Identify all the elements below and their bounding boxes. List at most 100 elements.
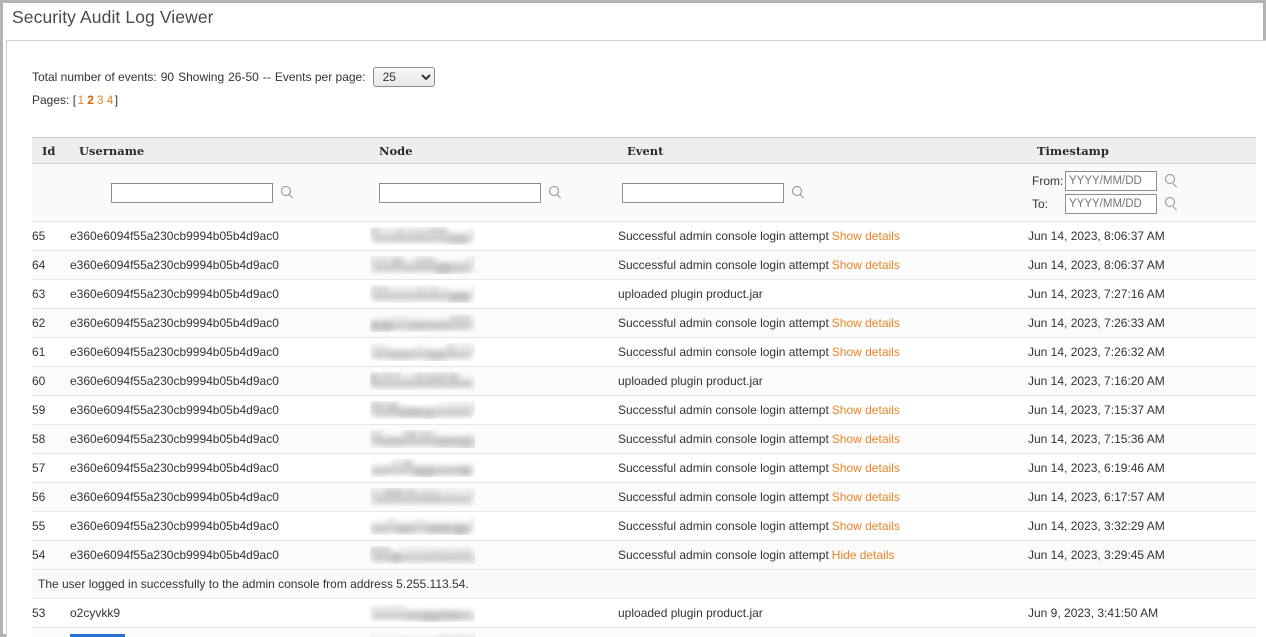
event-description: Successful admin console login attempt [618, 316, 829, 330]
page-link-2[interactable]: 2 [87, 93, 94, 107]
cell-event: Successful admin console login attemptSh… [618, 251, 1028, 280]
username-value[interactable]: e360e6094f55a230cb9994b05b4d9ac0 [70, 287, 279, 301]
username-value[interactable]: e360e6094f55a230cb9994b05b4d9ac0 [70, 519, 279, 533]
table-row[interactable]: 63e360e6094f55a230cb9994b05b4d9ac0 upload… [32, 280, 1256, 309]
username-value[interactable]: o2cyvkk9 [70, 606, 120, 620]
timestamp-from-input[interactable] [1065, 171, 1157, 191]
search-icon[interactable] [280, 185, 296, 201]
audit-log-table: Id Username Node Event Timestamp [32, 137, 1256, 637]
cell-event: Successful admin console login attemptSh… [618, 396, 1028, 425]
show-details-link[interactable]: Show details [832, 461, 900, 475]
cell-timestamp: Jun 14, 2023, 8:06:37 AM [1028, 251, 1256, 280]
cell-event: uploaded plugin product.jar [618, 280, 1028, 309]
table-row[interactable]: 52o2cYvkK9Successful admin console login… [32, 628, 1256, 637]
event-description: Successful admin console login attempt [618, 229, 829, 243]
cell-id: 65 [32, 222, 70, 251]
timestamp-to-label: To: [1032, 197, 1065, 211]
username-value[interactable]: e360e6094f55a230cb9994b05b4d9ac0 [70, 229, 279, 243]
table-row[interactable]: 62e360e6094f55a230cb9994b05b4d9ac0Succes… [32, 309, 1256, 338]
node-value-redacted [370, 517, 475, 535]
table-row[interactable]: 61e360e6094f55a230cb9994b05b4d9ac0Succes… [32, 338, 1256, 367]
cell-id: 55 [32, 512, 70, 541]
search-icon[interactable] [548, 185, 564, 201]
username-value[interactable]: e360e6094f55a230cb9994b05b4d9ac0 [70, 490, 279, 504]
table-row[interactable]: 56e360e6094f55a230cb9994b05b4d9ac0Succes… [32, 483, 1256, 512]
cell-id: 52 [32, 628, 70, 637]
username-value[interactable]: e360e6094f55a230cb9994b05b4d9ac0 [70, 258, 279, 272]
cell-username: o2cyvkk9 [70, 599, 370, 628]
username-value[interactable]: e360e6094f55a230cb9994b05b4d9ac0 [70, 432, 279, 446]
table-row[interactable]: 65e360e6094f55a230cb9994b05b4d9ac0 Succes… [32, 222, 1256, 251]
table-row[interactable]: 54e360e6094f55a230cb9994b05b4d9ac0Succes… [32, 541, 1256, 570]
column-header-event[interactable]: Event [618, 138, 1028, 164]
username-value[interactable]: e360e6094f55a230cb9994b05b4d9ac0 [70, 345, 279, 359]
event-filter-input[interactable] [622, 183, 784, 203]
show-details-link[interactable]: Show details [832, 316, 900, 330]
show-details-link[interactable]: Show details [832, 345, 900, 359]
timestamp-to-row: To: [1032, 194, 1256, 214]
filter-cell-id [32, 164, 70, 222]
cell-node [370, 280, 618, 309]
summary-prefix-label: Total number of events: [32, 70, 157, 84]
table-row[interactable]: 57e360e6094f55a230cb9994b05b4d9ac0Succes… [32, 454, 1256, 483]
show-details-link[interactable]: Show details [832, 403, 900, 417]
timestamp-to-input[interactable] [1065, 194, 1157, 214]
table-row[interactable]: 64e360e6094f55a230cb9994b05b4d9ac0Succes… [32, 251, 1256, 280]
content-panel: Total number of events: 90 Showing 26-50… [6, 40, 1266, 637]
table-row[interactable]: 55e360e6094f55a230cb9994b05b4d9ac0 Succes… [32, 512, 1256, 541]
cell-node [370, 541, 618, 570]
column-header-id[interactable]: Id [32, 138, 70, 164]
summary-separator: -- [263, 70, 271, 84]
column-header-node[interactable]: Node [370, 138, 618, 164]
username-value[interactable]: e360e6094f55a230cb9994b05b4d9ac0 [70, 374, 279, 388]
showing-label: Showing [178, 70, 224, 84]
page-link-3[interactable]: 3 [97, 93, 104, 107]
event-description: Successful admin console login attempt [618, 345, 829, 359]
table-row[interactable]: 60e360e6094f55a230cb9994b05b4d9ac0upload… [32, 367, 1256, 396]
node-filter-input[interactable] [379, 183, 541, 203]
cell-username: e360e6094f55a230cb9994b05b4d9ac0 [70, 454, 370, 483]
cell-event: Successful admin console login attemptSh… [618, 512, 1028, 541]
cell-timestamp: Jun 9, 2023, 3:41:50 AM [1028, 628, 1256, 637]
page-link-4[interactable]: 4 [107, 93, 114, 107]
page-link-1[interactable]: 1 [78, 93, 85, 107]
cell-event: Successful admin console login attemptHi… [618, 628, 1028, 637]
username-filter-input[interactable] [111, 183, 273, 203]
cell-event: Successful admin console login attemptSh… [618, 222, 1028, 251]
events-per-page-select[interactable]: 2550100 [373, 67, 435, 87]
username-value[interactable]: e360e6094f55a230cb9994b05b4d9ac0 [70, 316, 279, 330]
table-row[interactable]: 59e360e6094f55a230cb9994b05b4d9ac0Succes… [32, 396, 1256, 425]
show-details-link[interactable]: Show details [832, 519, 900, 533]
table-row[interactable]: 53o2cyvkk9uploaded plugin product.jarJun… [32, 599, 1256, 628]
cell-node [370, 222, 618, 251]
node-value-redacted [370, 604, 475, 622]
cell-event: uploaded plugin product.jar [618, 367, 1028, 396]
cell-node [370, 512, 618, 541]
show-details-link[interactable]: Show details [832, 432, 900, 446]
table-filter-row: From: To: [32, 164, 1256, 222]
show-details-link[interactable]: Show details [832, 229, 900, 243]
cell-node [370, 251, 618, 280]
column-header-username[interactable]: Username [70, 138, 370, 164]
node-value-redacted [370, 314, 475, 332]
node-value-redacted [370, 401, 475, 419]
show-details-link[interactable]: Show details [832, 490, 900, 504]
table-row[interactable]: 58e360e6094f55a230cb9994b05b4d9ac0Succes… [32, 425, 1256, 454]
cell-id: 63 [32, 280, 70, 309]
username-value[interactable]: e360e6094f55a230cb9994b05b4d9ac0 [70, 403, 279, 417]
hide-details-link[interactable]: Hide details [832, 548, 895, 562]
search-icon[interactable] [791, 185, 807, 201]
cell-event: Successful admin console login attemptSh… [618, 309, 1028, 338]
search-icon[interactable] [1164, 173, 1180, 189]
cell-username: e360e6094f55a230cb9994b05b4d9ac0 [70, 222, 370, 251]
cell-id: 53 [32, 599, 70, 628]
column-header-timestamp[interactable]: Timestamp [1028, 138, 1256, 164]
search-icon[interactable] [1164, 196, 1180, 212]
username-value[interactable]: e360e6094f55a230cb9994b05b4d9ac0 [70, 548, 279, 562]
username-value[interactable]: e360e6094f55a230cb9994b05b4d9ac0 [70, 461, 279, 475]
node-value-redacted [370, 546, 475, 564]
node-value-redacted [370, 459, 475, 477]
cell-event: Successful admin console login attemptSh… [618, 454, 1028, 483]
cell-node [370, 454, 618, 483]
show-details-link[interactable]: Show details [832, 258, 900, 272]
